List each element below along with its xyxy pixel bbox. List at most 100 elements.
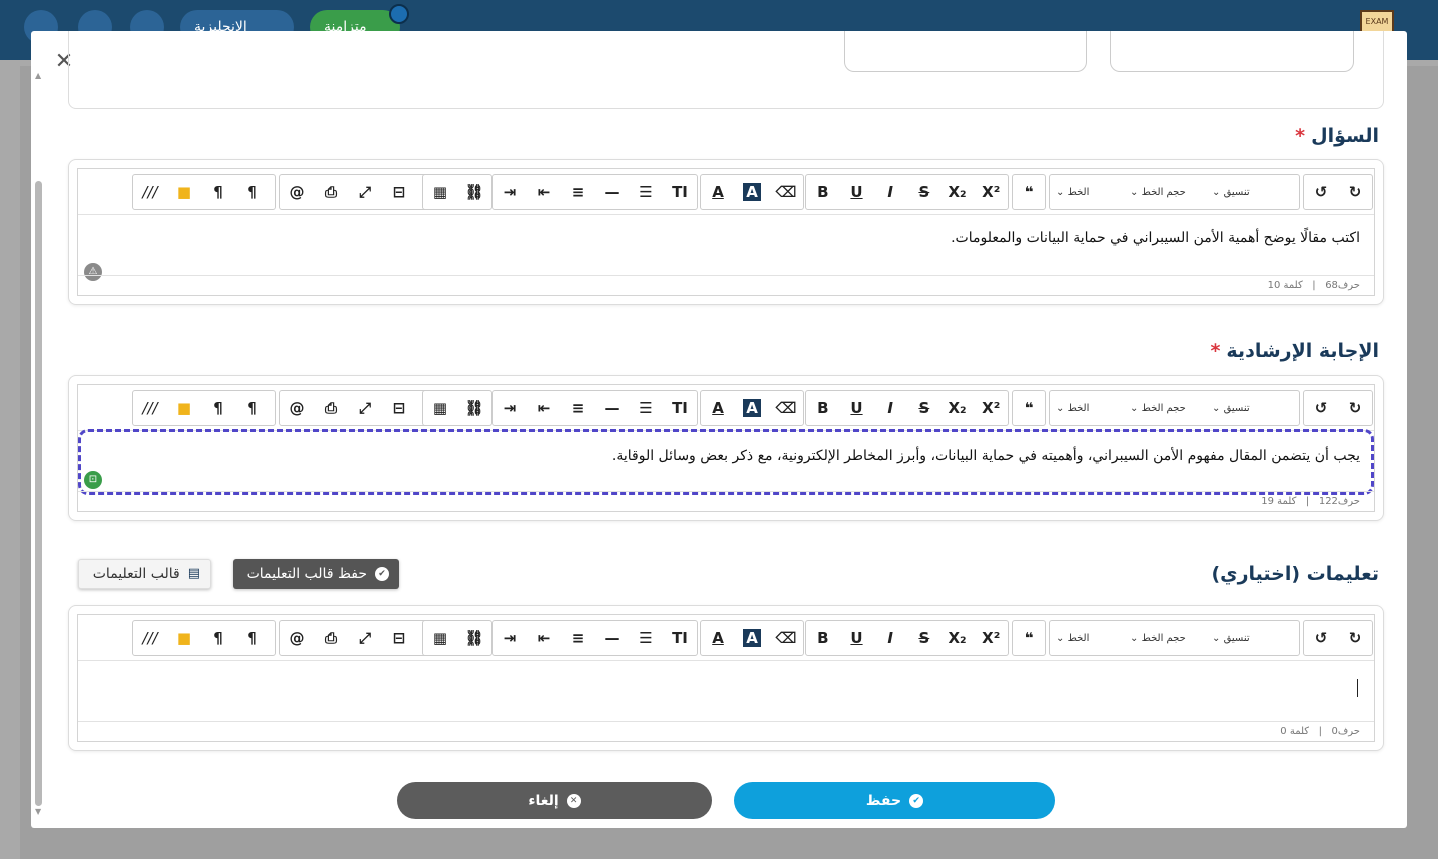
italic-icon[interactable]: I [873, 175, 907, 209]
layout-icon[interactable]: ⊟ [382, 175, 416, 209]
italic-icon[interactable]: I [873, 621, 907, 655]
undo-icon[interactable]: ↺ [1304, 175, 1338, 209]
fullscreen-icon[interactable]: ⤢ [348, 621, 382, 655]
link-icon[interactable]: ⛓ [457, 391, 491, 425]
rtl-paragraph-icon[interactable]: ¶ [201, 621, 235, 655]
save-template-button[interactable]: ✔ حفظ قالب التعليمات [233, 559, 399, 589]
strikethrough-icon[interactable]: S [907, 391, 941, 425]
redo-icon[interactable]: ↻ [1338, 175, 1372, 209]
answer-content[interactable]: يجب أن يتضمن المقال مفهوم الأمن السيبران… [78, 431, 1374, 477]
question-content[interactable]: اكتب مقالًا يوضح أهمية الأمن السيبراني ف… [78, 215, 1374, 261]
superscript-icon[interactable]: X² [974, 175, 1008, 209]
ai-icon[interactable]: ⊡ [84, 471, 102, 489]
align-icon[interactable]: ≡ [561, 391, 595, 425]
format-clear-icon[interactable]: /// [133, 391, 167, 425]
format-select[interactable]: ⌄ تنسيق [1206, 391, 1276, 425]
folder-icon[interactable]: ■ [167, 621, 201, 655]
outdent-icon[interactable]: ⇤ [527, 175, 561, 209]
mention-icon[interactable]: @ [280, 175, 314, 209]
folder-icon[interactable]: ■ [167, 175, 201, 209]
print-icon[interactable]: ⎙ [314, 175, 348, 209]
undo-icon[interactable]: ↺ [1304, 621, 1338, 655]
print-icon[interactable]: ⎙ [314, 391, 348, 425]
field-right[interactable] [1110, 31, 1354, 72]
font-color-icon[interactable]: A [701, 621, 735, 655]
fullscreen-icon[interactable]: ⤢ [348, 391, 382, 425]
indent-icon[interactable]: ⇥ [493, 621, 527, 655]
italic-icon[interactable]: I [873, 391, 907, 425]
field-left[interactable] [844, 31, 1087, 72]
underline-icon[interactable]: U [840, 391, 874, 425]
outdent-icon[interactable]: ⇤ [527, 621, 561, 655]
superscript-icon[interactable]: X² [974, 621, 1008, 655]
instructions-content[interactable] [78, 661, 1374, 725]
ltr-paragraph-icon[interactable]: ¶ [235, 621, 269, 655]
font-color-icon[interactable]: A [701, 175, 735, 209]
subscript-icon[interactable]: X₂ [941, 621, 975, 655]
font-color-icon[interactable]: A [701, 391, 735, 425]
ltr-paragraph-icon[interactable]: ¶ [235, 175, 269, 209]
align-icon[interactable]: ≡ [561, 621, 595, 655]
folder-icon[interactable]: ■ [167, 391, 201, 425]
ltr-paragraph-icon[interactable]: ¶ [235, 391, 269, 425]
font-select[interactable]: ⌄ الخط [1050, 175, 1124, 209]
font-size-select[interactable]: ⌄ حجم الخط [1124, 175, 1206, 209]
highlight-color-icon[interactable]: A [735, 175, 769, 209]
eraser-icon[interactable]: ⌫ [769, 391, 803, 425]
subscript-icon[interactable]: X₂ [941, 175, 975, 209]
ordered-list-icon[interactable]: ☰ [629, 621, 663, 655]
underline-icon[interactable]: U [840, 621, 874, 655]
layout-icon[interactable]: ⊟ [382, 391, 416, 425]
format-select[interactable]: ⌄ تنسيق [1206, 621, 1276, 655]
eraser-icon[interactable]: ⌫ [769, 175, 803, 209]
print-icon[interactable]: ⎙ [314, 621, 348, 655]
fullscreen-icon[interactable]: ⤢ [348, 175, 382, 209]
align-icon[interactable]: ≡ [561, 175, 595, 209]
horizontal-line-icon[interactable]: — [595, 175, 629, 209]
scrollbar-thumb[interactable] [35, 181, 42, 806]
cancel-button[interactable]: ✕ إلغاء [397, 782, 712, 819]
text-size-icon[interactable]: TI [663, 391, 697, 425]
outdent-icon[interactable]: ⇤ [527, 391, 561, 425]
horizontal-line-icon[interactable]: — [595, 391, 629, 425]
underline-icon[interactable]: U [840, 175, 874, 209]
save-button[interactable]: ✔ حفظ [734, 782, 1055, 819]
bold-icon[interactable]: B [806, 391, 840, 425]
format-select[interactable]: ⌄ تنسيق [1206, 175, 1276, 209]
redo-icon[interactable]: ↻ [1338, 621, 1372, 655]
template-button[interactable]: ▤ قالب التعليمات [78, 559, 211, 589]
ordered-list-icon[interactable]: ☰ [629, 175, 663, 209]
strikethrough-icon[interactable]: S [907, 175, 941, 209]
table-icon[interactable]: ▦ [423, 175, 457, 209]
bold-icon[interactable]: B [806, 621, 840, 655]
blockquote-icon[interactable]: ❝ [1013, 175, 1045, 209]
font-size-select[interactable]: ⌄ حجم الخط [1124, 391, 1206, 425]
font-select[interactable]: ⌄ الخط [1050, 621, 1124, 655]
horizontal-line-icon[interactable]: — [595, 621, 629, 655]
format-clear-icon[interactable]: /// [133, 621, 167, 655]
layout-icon[interactable]: ⊟ [382, 621, 416, 655]
bold-icon[interactable]: B [806, 175, 840, 209]
mention-icon[interactable]: @ [280, 621, 314, 655]
link-icon[interactable]: ⛓ [457, 175, 491, 209]
table-icon[interactable]: ▦ [423, 621, 457, 655]
mention-icon[interactable]: @ [280, 391, 314, 425]
font-size-select[interactable]: ⌄ حجم الخط [1124, 621, 1206, 655]
blockquote-icon[interactable]: ❝ [1013, 391, 1045, 425]
text-size-icon[interactable]: TI [663, 621, 697, 655]
subscript-icon[interactable]: X₂ [941, 391, 975, 425]
ordered-list-icon[interactable]: ☰ [629, 391, 663, 425]
undo-icon[interactable]: ↺ [1304, 391, 1338, 425]
redo-icon[interactable]: ↻ [1338, 391, 1372, 425]
highlight-color-icon[interactable]: A [735, 621, 769, 655]
font-select[interactable]: ⌄ الخط [1050, 391, 1124, 425]
link-icon[interactable]: ⛓ [457, 621, 491, 655]
superscript-icon[interactable]: X² [974, 391, 1008, 425]
eraser-icon[interactable]: ⌫ [769, 621, 803, 655]
scroll-up-icon[interactable]: ▲ [35, 71, 41, 80]
format-clear-icon[interactable]: /// [133, 175, 167, 209]
indent-icon[interactable]: ⇥ [493, 175, 527, 209]
text-size-icon[interactable]: TI [663, 175, 697, 209]
rtl-paragraph-icon[interactable]: ¶ [201, 391, 235, 425]
table-icon[interactable]: ▦ [423, 391, 457, 425]
